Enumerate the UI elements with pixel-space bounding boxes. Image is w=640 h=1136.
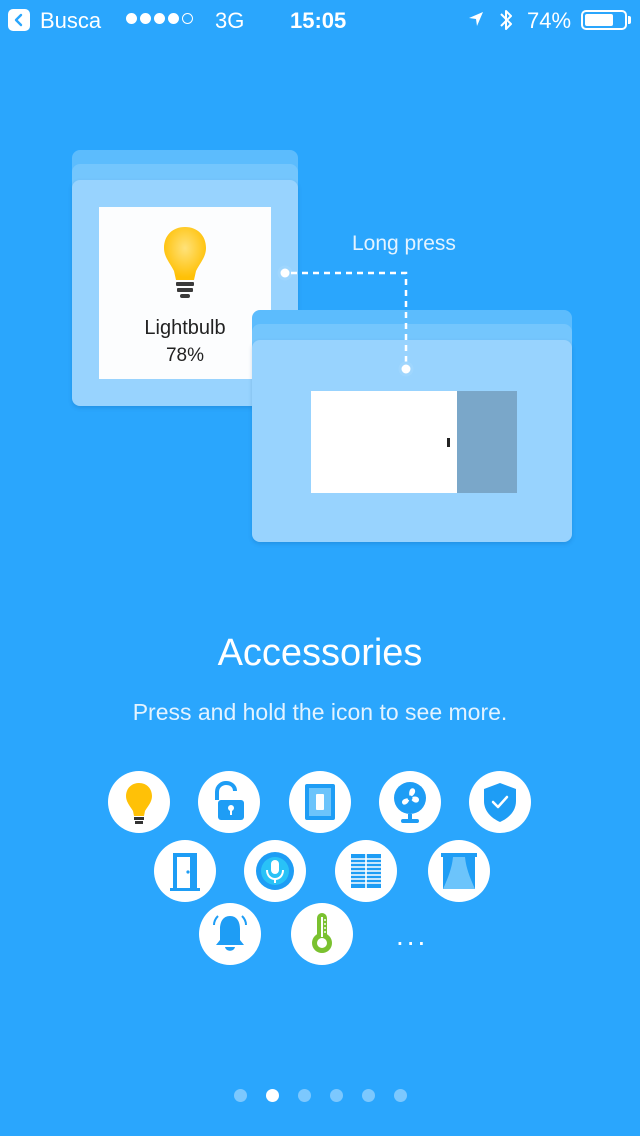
page-dot[interactable] [266, 1089, 279, 1102]
fan-icon [379, 771, 441, 833]
signal-dot [154, 13, 165, 24]
accessory-name: Lightbulb [144, 317, 226, 339]
back-arrow-icon[interactable] [8, 9, 30, 31]
alarm-bell-icon [199, 903, 261, 965]
signal-dot [168, 13, 179, 24]
page-dot[interactable] [330, 1089, 343, 1102]
brightness-slider [311, 391, 517, 493]
page-dot[interactable] [362, 1089, 375, 1102]
page-dot[interactable] [394, 1089, 407, 1102]
bluetooth-icon [500, 10, 512, 30]
curtains-icon [428, 840, 490, 902]
more-indicator: ... [396, 920, 429, 951]
battery-level [585, 14, 613, 26]
connector-line [277, 265, 414, 377]
thermometer-icon [291, 903, 353, 965]
microphone-icon [244, 840, 306, 902]
page-dot[interactable] [234, 1089, 247, 1102]
accessory-value: 78% [165, 345, 205, 366]
back-app-label[interactable]: Busca [40, 8, 101, 34]
page-dot[interactable] [298, 1089, 311, 1102]
battery-percent: 74% [527, 8, 572, 33]
slider-handle [447, 438, 450, 447]
lightbulb-icon [108, 771, 170, 833]
page-subtitle: Press and hold the icon to see more. [132, 699, 508, 725]
network-type: 3G [215, 8, 245, 33]
clock: 15:05 [290, 8, 347, 33]
lightbulb-icon [164, 227, 206, 298]
battery-icon [581, 10, 627, 30]
onboarding-screen: Busca 3G 15:05 74% Lightbulb 78% Long pr… [0, 0, 640, 1136]
accessory-tile: Lightbulb 78% [99, 207, 271, 379]
window-blinds-icon [335, 840, 397, 902]
page-indicator[interactable] [0, 1089, 640, 1103]
battery-tip [628, 16, 631, 24]
wall-switch-icon [289, 771, 351, 833]
gesture-label: Long press [352, 232, 456, 255]
signal-strength-icon [126, 13, 193, 25]
signal-dot [126, 13, 137, 24]
signal-dot [140, 13, 151, 24]
slider-fill [311, 391, 457, 493]
door-icon [154, 840, 216, 902]
security-shield-icon [469, 771, 531, 833]
page-title: Accessories [217, 632, 423, 674]
status-bar: Busca 3G 15:05 74% [0, 0, 640, 40]
location-arrow-icon [469, 12, 483, 26]
signal-dot [182, 13, 193, 24]
unlocked-lock-icon [198, 771, 260, 833]
